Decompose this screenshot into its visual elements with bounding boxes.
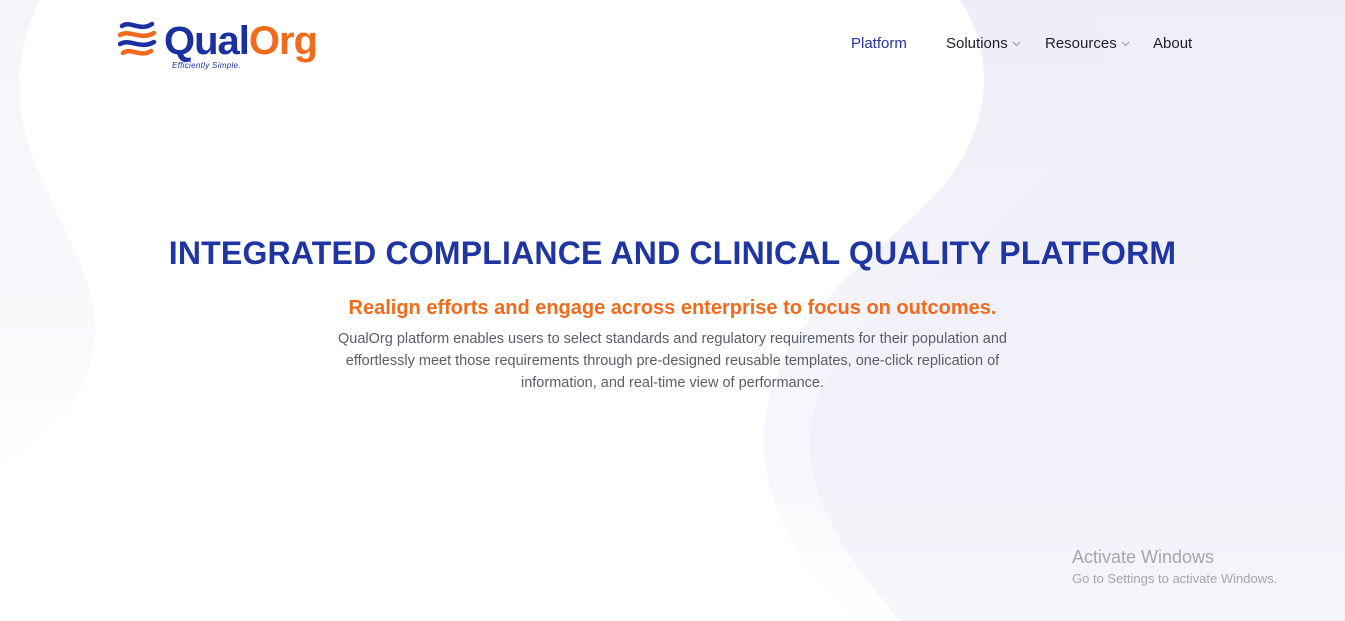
chevron-down-icon bbox=[1121, 41, 1130, 47]
qualorg-logo-icon bbox=[118, 21, 157, 56]
brand-name-org: Org bbox=[248, 19, 318, 63]
nav-item-solutions[interactable]: Solutions bbox=[946, 33, 1021, 55]
watermark-subtitle: Go to Settings to activate Windows. bbox=[1072, 571, 1278, 586]
nav-item-label: Platform bbox=[851, 35, 907, 52]
brand-tagline: Efficiently Simple. bbox=[172, 61, 241, 70]
nav-item-platform[interactable]: Platform bbox=[851, 33, 907, 55]
nav-item-label: Solutions bbox=[946, 35, 1008, 52]
qualorg-logo[interactable]: QualOrg Efficiently Simple. bbox=[118, 16, 323, 74]
hero-subtitle: Realign efforts and engage across enterp… bbox=[348, 296, 997, 319]
page: QualOrg Efficiently Simple. Platform Sol… bbox=[0, 0, 1345, 621]
activate-windows-watermark: Activate Windows Go to Settings to activ… bbox=[1072, 546, 1277, 588]
nav-item-about[interactable]: About bbox=[1153, 33, 1192, 55]
site-header: QualOrg Efficiently Simple. Platform Sol… bbox=[0, 0, 1345, 90]
brand-name: QualOrg bbox=[164, 18, 318, 64]
watermark-title: Activate Windows bbox=[1072, 547, 1215, 567]
chevron-down-icon bbox=[1012, 41, 1021, 47]
nav-item-resources[interactable]: Resources bbox=[1045, 33, 1130, 55]
hero-title: INTEGRATED COMPLIANCE AND CLINICAL QUALI… bbox=[168, 235, 1177, 272]
hero-description: QualOrg platform enables users to select… bbox=[338, 330, 1007, 391]
brand-name-qual: Qual bbox=[164, 19, 250, 63]
nav-item-label: Resources bbox=[1045, 35, 1117, 52]
nav-item-label: About bbox=[1153, 35, 1193, 52]
